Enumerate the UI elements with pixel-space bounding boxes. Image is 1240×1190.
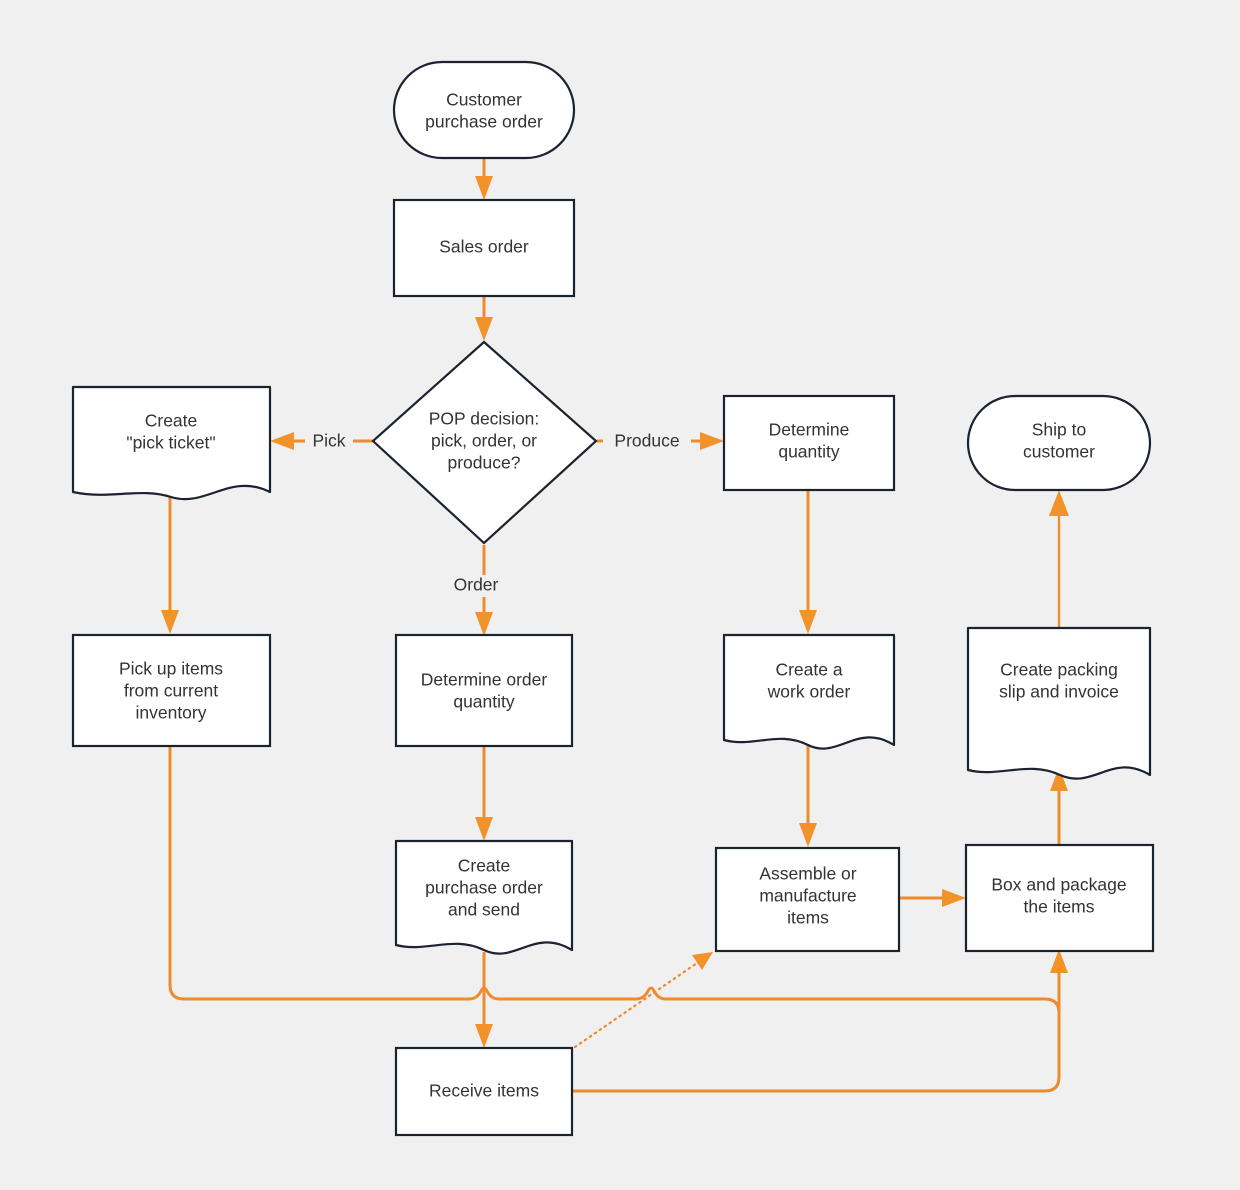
edge-box-to-packing-slip: [1050, 767, 1068, 845]
edge-label-order-group: Order: [447, 575, 501, 597]
node-label-customer-purchase-order: Customer: [446, 90, 522, 110]
edge-purchase-order-to-receive-items: [475, 952, 493, 1048]
edge-receive-items-to-box: [572, 968, 1061, 1093]
node-label-pick-up-items-3: inventory: [135, 703, 206, 723]
node-label-create-packing-slip-1: Create packing: [1000, 660, 1118, 680]
edge-pick-ticket-to-pick-up-items: [161, 490, 179, 634]
edge-order-quantity-to-purchase-order: [475, 746, 493, 841]
node-receive-items[interactable]: Receive items: [394, 1046, 574, 1137]
node-label-pop-decision-2: pick, order, or: [431, 431, 537, 451]
node-label-box-and-package-1: Box and package: [991, 875, 1126, 895]
node-create-work-order[interactable]: Create a work order: [722, 633, 896, 750]
edge-determine-quantity-to-work-order: [799, 490, 817, 634]
node-label-ship-to-customer-2: customer: [1023, 442, 1095, 462]
node-label-determine-quantity-2: quantity: [778, 442, 840, 462]
node-determine-order-quantity[interactable]: Determine order quantity: [394, 633, 574, 748]
node-label-create-work-order-1: Create a: [775, 660, 842, 680]
node-assemble-items[interactable]: Assemble or manufacture items: [714, 846, 901, 953]
node-label-assemble-items-3: items: [787, 908, 829, 928]
node-label-create-purchase-order-2: purchase order: [425, 878, 543, 898]
node-customer-purchase-order[interactable]: Customer purchase order: [392, 60, 576, 160]
node-label-ship-to-customer-1: Ship to: [1032, 420, 1086, 440]
node-create-pick-ticket[interactable]: Create "pick ticket": [71, 385, 272, 501]
edge-packing-slip-to-ship: [1049, 490, 1069, 628]
node-label-pick-up-items-2: from current: [124, 681, 218, 701]
node-sales-order[interactable]: Sales order: [392, 198, 576, 298]
node-pop-decision[interactable]: POP decision: pick, order, or produce?: [371, 340, 598, 545]
edge-label-produce: Produce: [614, 431, 679, 451]
edge-pick-up-items-to-box: [168, 746, 1068, 1015]
node-create-packing-slip[interactable]: Create packing slip and invoice: [966, 626, 1152, 780]
node-label-receive-items: Receive items: [429, 1081, 539, 1101]
node-label-determine-order-quantity-2: quantity: [453, 692, 515, 712]
node-box-and-package[interactable]: Box and package the items: [964, 843, 1155, 953]
edge-label-pick-group: Pick: [305, 430, 353, 452]
node-ship-to-customer[interactable]: Ship to customer: [966, 394, 1152, 492]
edge-label-pick: Pick: [312, 431, 345, 451]
node-label-determine-quantity-1: Determine: [769, 420, 850, 440]
node-label-create-purchase-order-3: and send: [448, 900, 520, 920]
edge-assemble-to-box: [899, 889, 966, 907]
edge-customer-to-sales: [475, 157, 493, 200]
node-label-create-pick-ticket-1: Create: [145, 411, 198, 431]
edge-label-order: Order: [454, 575, 499, 595]
node-label-assemble-items-1: Assemble or: [759, 864, 856, 884]
node-create-purchase-order[interactable]: Create purchase order and send: [394, 839, 574, 955]
node-label-assemble-items-2: manufacture: [759, 886, 856, 906]
edge-sales-to-decision: [475, 295, 493, 341]
node-label-pop-decision-3: produce?: [448, 453, 521, 473]
node-label-create-purchase-order-1: Create: [458, 856, 511, 876]
node-pick-up-items[interactable]: Pick up items from current inventory: [71, 633, 272, 748]
node-determine-quantity[interactable]: Determine quantity: [722, 394, 896, 492]
flowchart-canvas: Customer purchase order Sales order POP …: [0, 0, 1240, 1190]
node-label-box-and-package-2: the items: [1024, 897, 1095, 917]
node-label-determine-order-quantity-1: Determine order: [421, 670, 548, 690]
node-label-pick-up-items-1: Pick up items: [119, 659, 223, 679]
node-label-create-pick-ticket-2: "pick ticket": [126, 433, 215, 453]
node-label-customer-purchase-order-2: purchase order: [425, 112, 543, 132]
node-label-sales-order: Sales order: [439, 237, 529, 257]
flowchart-svg: Customer purchase order Sales order POP …: [71, 60, 1155, 1137]
node-label-pop-decision-1: POP decision:: [429, 409, 540, 429]
node-label-create-packing-slip-2: slip and invoice: [999, 682, 1119, 702]
edge-label-produce-group: Produce: [603, 430, 691, 452]
node-label-create-work-order-2: work order: [767, 682, 851, 702]
